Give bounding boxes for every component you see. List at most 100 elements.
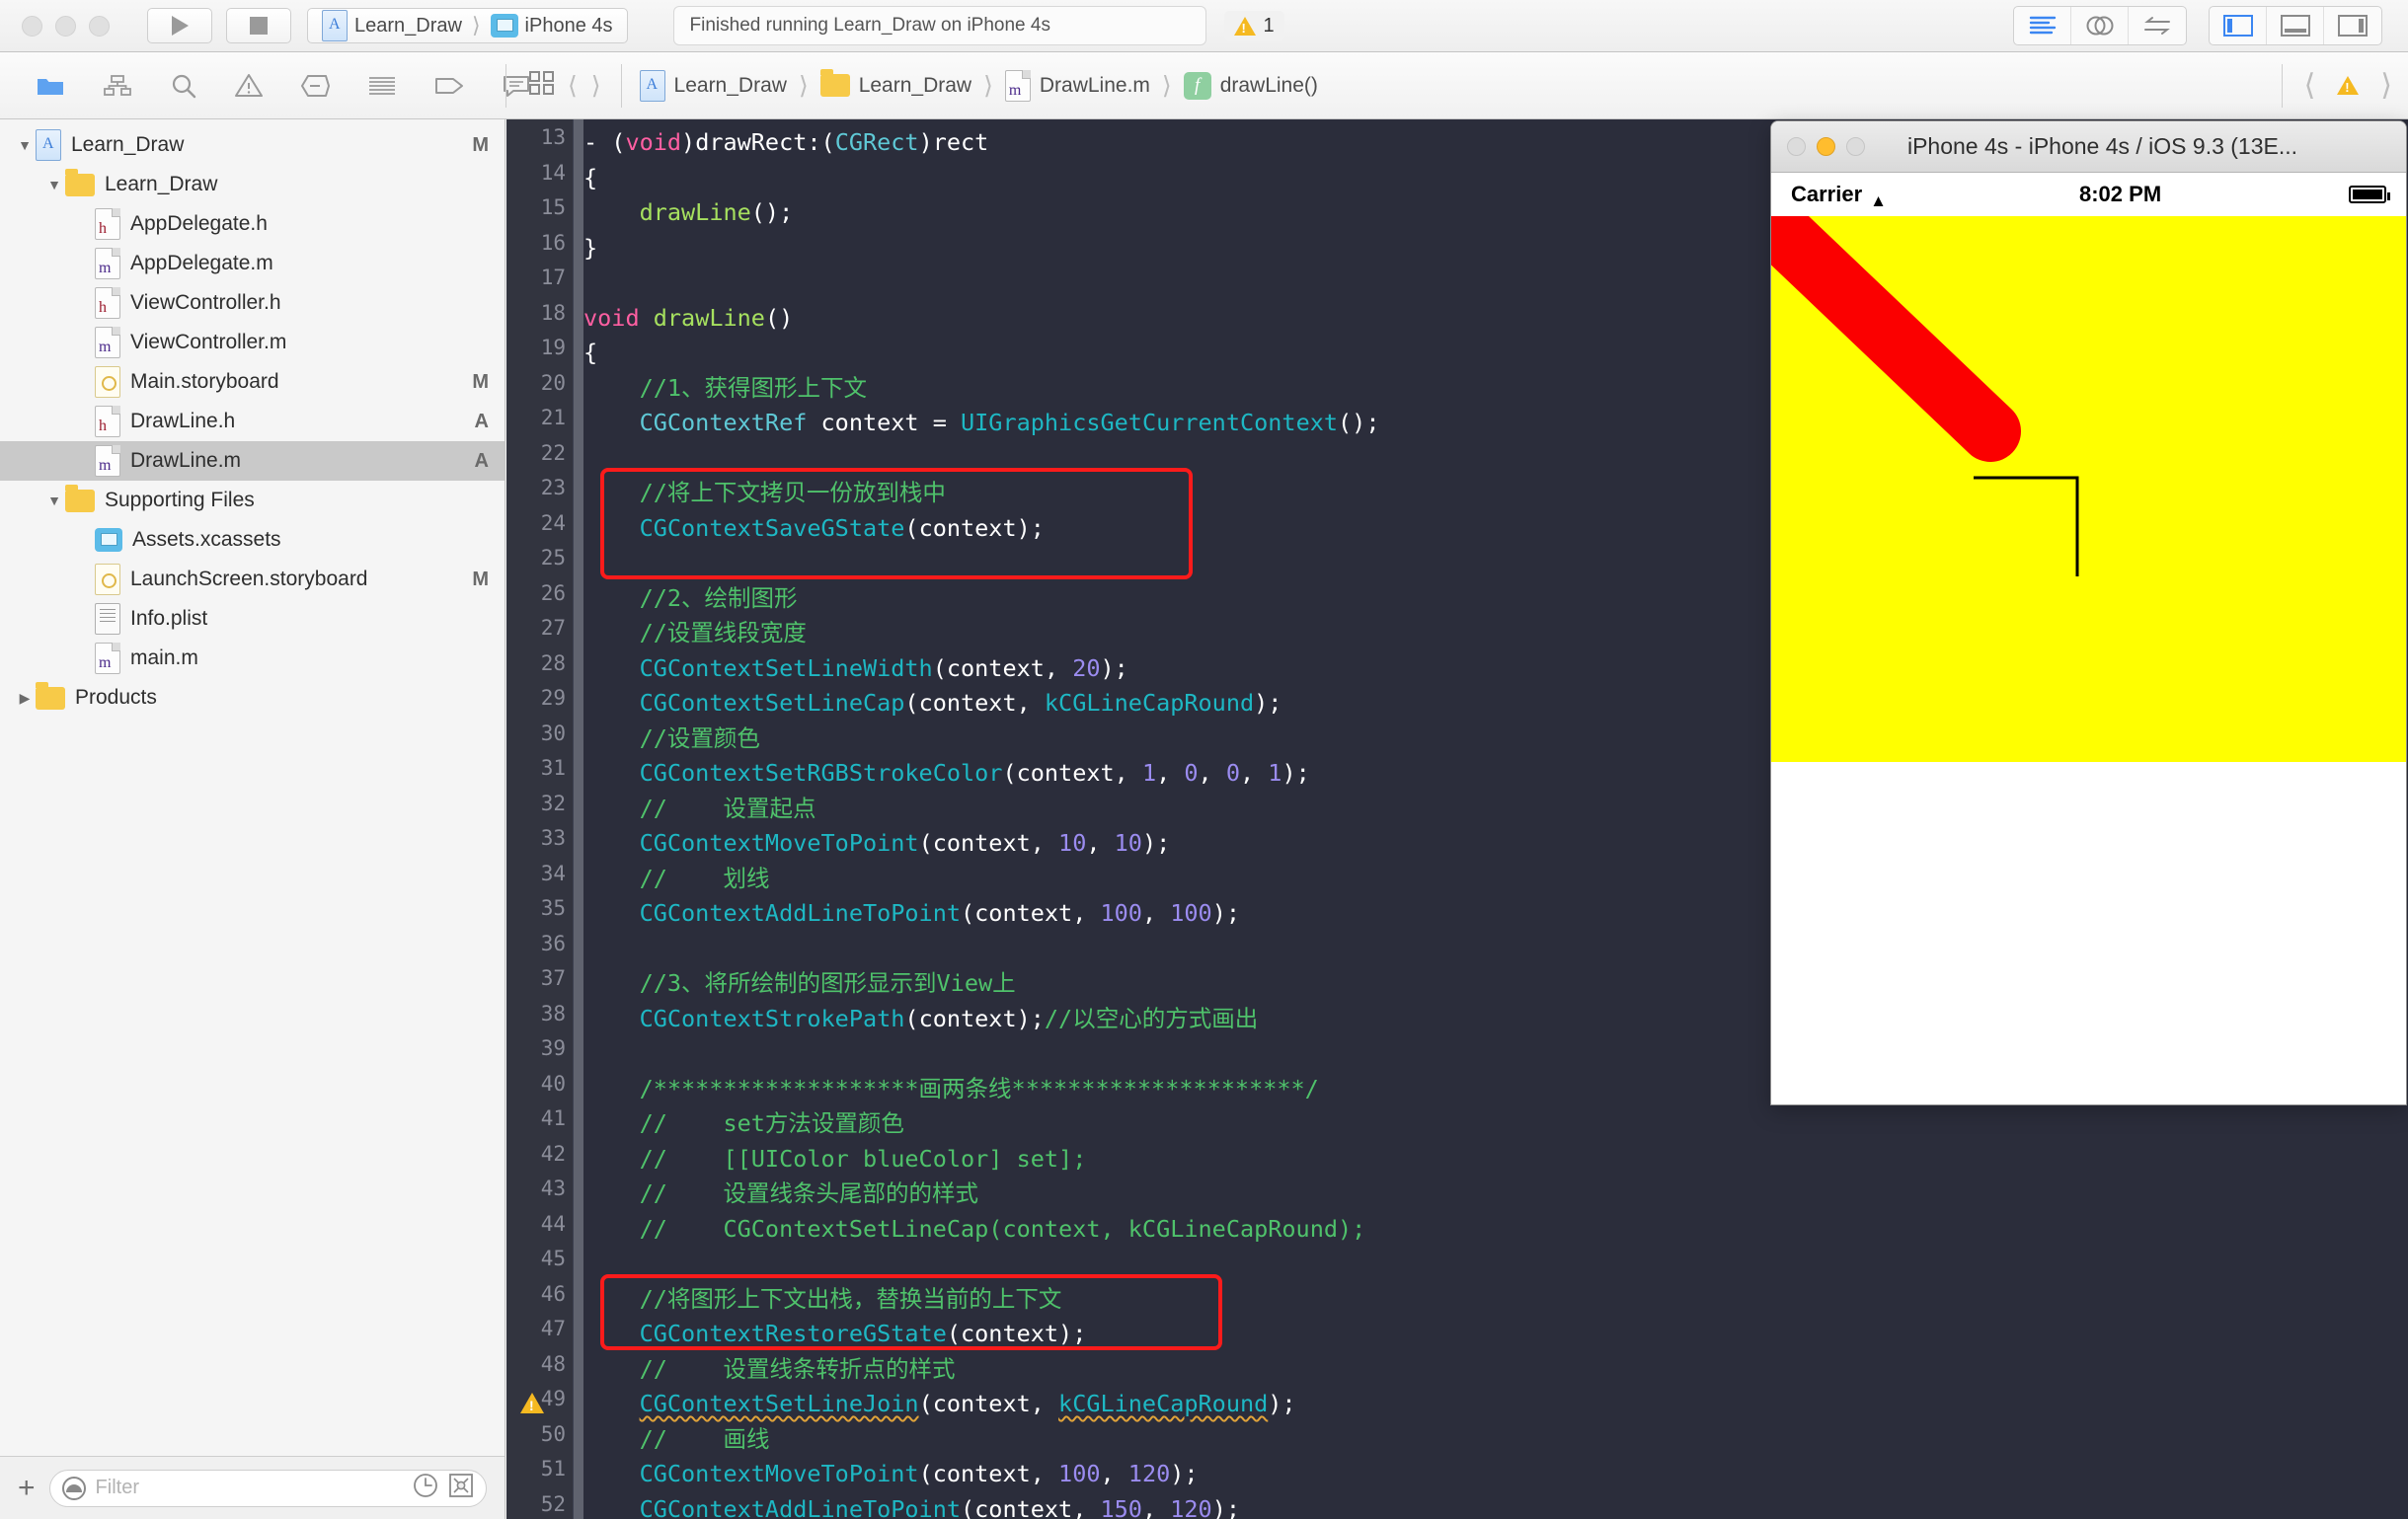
code-line[interactable]: void drawLine() bbox=[583, 301, 793, 337]
next-issue-button[interactable]: ⟩ bbox=[2378, 68, 2394, 103]
navigator-toggle-button[interactable] bbox=[2210, 7, 2267, 44]
code-line[interactable]: CGContextRef context = UIGraphicsGetCurr… bbox=[583, 406, 1380, 441]
source-control-filter-button[interactable] bbox=[448, 1473, 474, 1503]
file-tree[interactable]: ▼ Learn_Draw M ▼ Learn_Drawh AppDelegate.h m Ap… bbox=[0, 119, 505, 1456]
simulator-close-button[interactable] bbox=[1787, 137, 1806, 156]
disclosure-triangle-icon[interactable]: ▼ bbox=[43, 493, 65, 508]
breadcrumb-item-file[interactable]: m DrawLine.m bbox=[1004, 69, 1150, 102]
code-line[interactable]: CGContextSaveGState(context); bbox=[583, 511, 1045, 547]
tree-item-main-storyboard[interactable]: Main.storyboard M bbox=[0, 362, 505, 402]
tree-item-appdelegate-h[interactable]: h AppDelegate.h bbox=[0, 204, 505, 244]
code-line[interactable]: //设置线段宽度 bbox=[583, 616, 807, 651]
code-line[interactable]: - (void)drawRect:(CGRect)rect bbox=[583, 125, 988, 161]
implementation-file-icon: m bbox=[95, 445, 120, 477]
code-line[interactable]: // 设置线条头尾部的的样式 bbox=[583, 1177, 978, 1212]
code-line[interactable]: //2、绘制图形 bbox=[583, 581, 798, 617]
code-line[interactable]: drawLine(); bbox=[583, 195, 794, 231]
symbol-navigator-tab[interactable] bbox=[103, 70, 132, 102]
breakpoint-navigator-tab[interactable] bbox=[300, 70, 330, 102]
code-line[interactable]: //3、将所绘制的图形显示到View上 bbox=[583, 966, 1016, 1002]
find-navigator-tab[interactable] bbox=[170, 70, 197, 102]
code-line[interactable]: // 划线 bbox=[583, 862, 770, 897]
code-line[interactable]: CGContextMoveToPoint(context, 100, 120); bbox=[583, 1457, 1199, 1492]
tree-item-main-m[interactable]: m main.m bbox=[0, 639, 505, 678]
utilities-toggle-button[interactable] bbox=[2324, 7, 2381, 44]
version-editor-button[interactable] bbox=[2129, 7, 2186, 44]
tree-item-drawline-h[interactable]: h DrawLine.h A bbox=[0, 402, 505, 441]
project-navigator-tab[interactable] bbox=[36, 70, 65, 102]
tree-item-supporting-files[interactable]: ▼ Supporting Files bbox=[0, 481, 505, 520]
assistant-editor-button[interactable] bbox=[2071, 7, 2129, 44]
issue-navigator-tab[interactable] bbox=[235, 70, 263, 102]
tree-item-info-plist[interactable]: Info.plist bbox=[0, 599, 505, 639]
breadcrumb-item-symbol[interactable]: f drawLine() bbox=[1183, 71, 1318, 100]
minimize-window-button[interactable] bbox=[55, 15, 76, 37]
simulator-minimize-button[interactable] bbox=[1817, 137, 1835, 156]
recent-files-filter-button[interactable] bbox=[413, 1473, 438, 1503]
disclosure-triangle-icon[interactable]: ▶ bbox=[14, 690, 36, 707]
stop-button[interactable] bbox=[226, 8, 291, 43]
code-line[interactable]: CGContextStrokePath(context);//以空心的方式画出 bbox=[583, 1002, 1259, 1037]
forward-button[interactable]: ⟩ bbox=[589, 71, 603, 101]
tree-item-launchscreen-storyboard[interactable]: LaunchScreen.storyboard M bbox=[0, 560, 505, 599]
code-line[interactable]: // set方法设置颜色 bbox=[583, 1106, 904, 1142]
tree-item-label: ViewController.h bbox=[130, 291, 281, 314]
code-line[interactable]: // [[UIColor blueColor] set]; bbox=[583, 1142, 1087, 1177]
code-line[interactable]: //设置颜色 bbox=[583, 722, 760, 757]
tree-item-assets-xcassets[interactable]: Assets.xcassets bbox=[0, 520, 505, 560]
code-line[interactable]: //1、获得图形上下文 bbox=[583, 371, 867, 407]
code-line[interactable]: /*******************画两条线****************… bbox=[583, 1072, 1319, 1107]
code-line[interactable]: CGContextMoveToPoint(context, 10, 10); bbox=[583, 826, 1171, 862]
code-token: // [[UIColor blueColor] set]; bbox=[639, 1144, 1087, 1173]
tree-item-appdelegate-m[interactable]: m AppDelegate.m bbox=[0, 244, 505, 283]
code-line[interactable]: // 设置线条转折点的样式 bbox=[583, 1352, 956, 1388]
close-window-button[interactable] bbox=[22, 15, 42, 37]
previous-issue-button[interactable]: ⟨ bbox=[2302, 68, 2318, 103]
code-token: ); bbox=[1211, 899, 1240, 927]
code-token: (context); bbox=[904, 513, 1045, 542]
back-button[interactable]: ⟨ bbox=[566, 71, 580, 101]
code-line[interactable]: CGContextSetLineWidth(context, 20); bbox=[583, 651, 1128, 687]
line-number: 51 bbox=[540, 1457, 566, 1481]
code-line[interactable]: CGContextRestoreGState(context); bbox=[583, 1317, 1087, 1352]
code-line[interactable]: // CGContextSetLineCap(context, kCGLineC… bbox=[583, 1212, 1366, 1248]
tree-item-viewcontroller-h[interactable]: h ViewController.h bbox=[0, 283, 505, 323]
code-line[interactable]: CGContextSetLineCap(context, kCGLineCapR… bbox=[583, 686, 1282, 722]
scheme-selector[interactable]: Learn_Draw ⟩ iPhone 4s bbox=[307, 8, 628, 43]
disclosure-triangle-icon[interactable]: ▼ bbox=[14, 137, 36, 153]
filter-input[interactable]: Filter bbox=[48, 1469, 487, 1507]
code-line[interactable]: { bbox=[583, 161, 597, 196]
tree-item-learn-draw[interactable]: ▼ Learn_Draw M bbox=[0, 125, 505, 165]
tree-item-viewcontroller-m[interactable]: m ViewController.m bbox=[0, 323, 505, 362]
add-file-button[interactable]: + bbox=[18, 1473, 36, 1503]
code-line[interactable]: // 设置起点 bbox=[583, 792, 816, 827]
code-line[interactable]: CGContextSetRGBStrokeColor(context, 1, 0… bbox=[583, 756, 1310, 792]
code-line[interactable]: { bbox=[583, 336, 597, 371]
code-line[interactable]: CGContextAddLineToPoint(context, 150, 12… bbox=[583, 1492, 1240, 1519]
tag-navigator-tab[interactable] bbox=[434, 70, 464, 102]
warning-badge[interactable]: 1 bbox=[1223, 10, 1284, 41]
gutter-warning-icon[interactable] bbox=[520, 1393, 544, 1413]
breadcrumb-item-project[interactable]: Learn_Draw bbox=[639, 69, 787, 102]
breadcrumb-item-group[interactable]: Learn_Draw bbox=[819, 69, 971, 98]
code-line[interactable]: //将上下文拷贝一份放到栈中 bbox=[583, 476, 946, 511]
code-line[interactable]: CGContextAddLineToPoint(context, 100, 10… bbox=[583, 896, 1240, 932]
code-line[interactable]: CGContextSetLineJoin(context, kCGLineCap… bbox=[583, 1387, 1296, 1422]
report-navigator-tab[interactable] bbox=[367, 70, 397, 102]
run-button[interactable] bbox=[147, 8, 212, 43]
code-line[interactable]: // 画线 bbox=[583, 1422, 770, 1458]
tree-item-drawline-m[interactable]: m DrawLine.m A bbox=[0, 441, 505, 481]
warning-triangle-icon[interactable] bbox=[2337, 76, 2360, 95]
simulator-zoom-button[interactable] bbox=[1846, 137, 1865, 156]
tree-item-products[interactable]: ▶ Products bbox=[0, 678, 505, 718]
zoom-window-button[interactable] bbox=[89, 15, 110, 37]
related-items-button[interactable] bbox=[528, 70, 556, 102]
code-line[interactable]: //将图形上下文出栈，替换当前的上下文 bbox=[583, 1282, 1062, 1318]
debug-area-toggle-button[interactable] bbox=[2267, 7, 2324, 44]
disclosure-triangle-icon[interactable]: ▼ bbox=[43, 177, 65, 192]
ios-simulator-window[interactable]: iPhone 4s - iPhone 4s / iOS 9.3 (13E... … bbox=[1770, 120, 2407, 1105]
tree-item-learn-draw[interactable]: ▼ Learn_Draw bbox=[0, 165, 505, 204]
code-line[interactable]: } bbox=[583, 231, 597, 266]
standard-editor-button[interactable] bbox=[2014, 7, 2071, 44]
